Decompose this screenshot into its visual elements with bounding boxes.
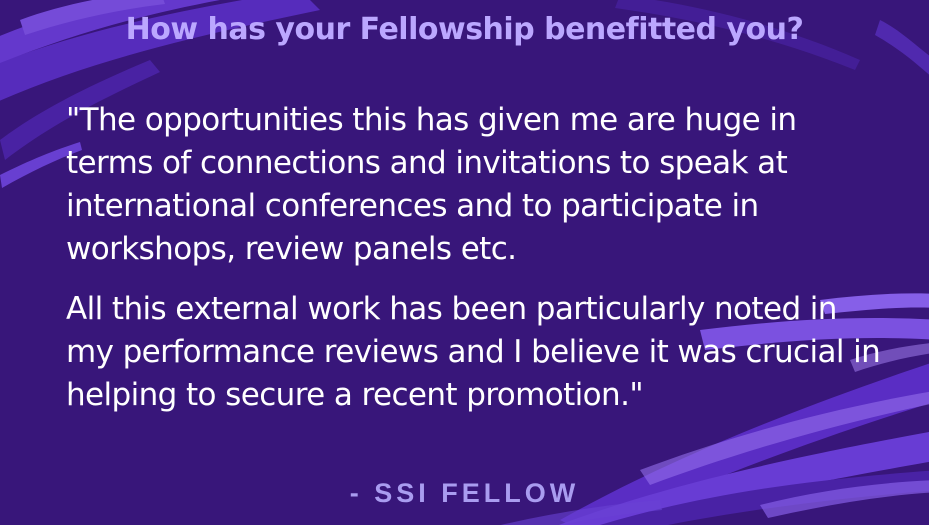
quote-paragraph-1: "The opportunities this has given me are… (66, 102, 797, 267)
quote-attribution: - SSI FELLOW (349, 478, 580, 508)
quote-paragraph-2: All this external work has been particul… (66, 291, 881, 413)
page-title: How has your Fellowship benefitted you? (125, 12, 804, 47)
slide-canvas: How has your Fellowship benefitted you? … (0, 0, 929, 525)
